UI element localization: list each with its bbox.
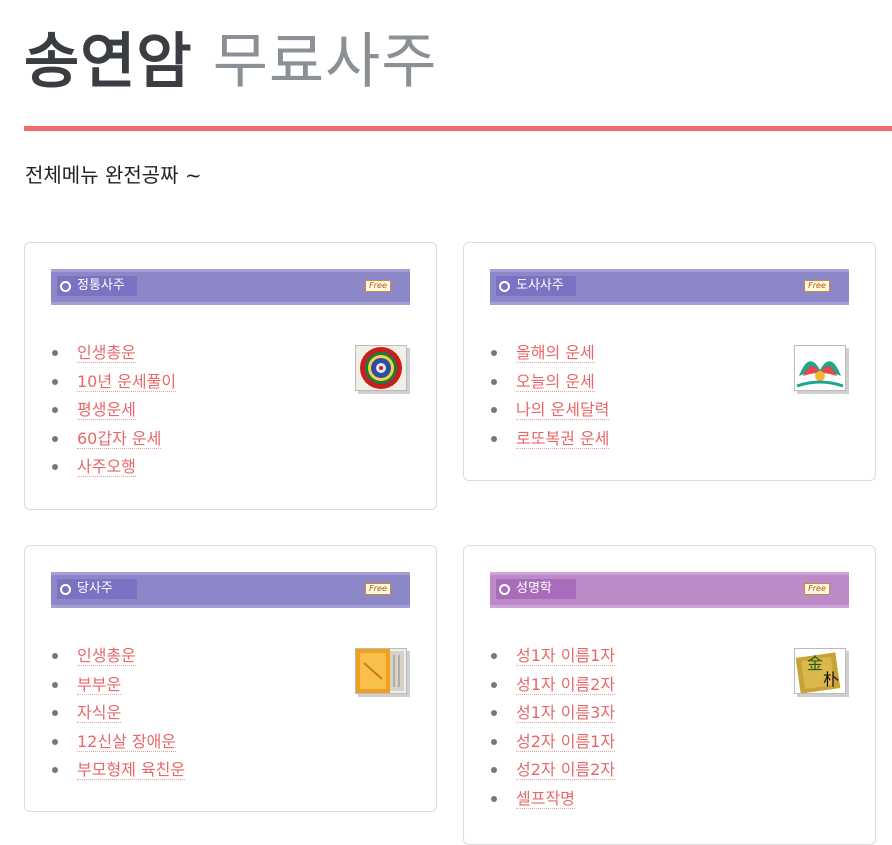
list-item: 성1자 이름3자: [491, 701, 616, 730]
menu-list: 성1자 이름1자 성1자 이름2자 성1자 이름3자 성2자 이름1자 성2자 …: [491, 644, 616, 816]
menu-link[interactable]: 오늘의 운세: [516, 371, 595, 392]
menu-list: 인생총운 부부운 자식운 12신살 장애운 부모형제 육친운: [52, 644, 186, 787]
menu-link[interactable]: 셀프작명: [516, 788, 575, 809]
card-header-label: 도사사주: [496, 276, 576, 296]
menu-link[interactable]: 성1자 이름3자: [516, 703, 616, 723]
scroll-book-icon: [355, 648, 407, 694]
menu-card-jeongtong-saju: 정통사주 Free 인생총운 10년 운세풀이 평생운세 60갑자 운세 사주오…: [24, 242, 437, 510]
list-item: 성2자 이름1자: [491, 730, 616, 759]
menu-link[interactable]: 평생운세: [77, 400, 136, 420]
page-subtitle: 전체메뉴 완전공짜 ~: [25, 163, 202, 187]
list-item: 셀프작명: [491, 787, 615, 816]
list-item: 10년 운세풀이: [52, 370, 177, 399]
site-title: 송연암 무료사주: [24, 22, 438, 102]
site-title-sub: 무료사주: [212, 27, 438, 97]
menu-link[interactable]: 부모형제 육친운: [77, 760, 186, 780]
list-item: 자식운: [52, 701, 185, 730]
menu-link[interactable]: 인생총운: [77, 646, 136, 666]
menu-card-seongmyeonghak: 성명학 Free 金 朴 성1자 이름1자 성1자 이름2자 성1자 이름3자 …: [463, 545, 876, 845]
menu-list: 올해의 운세 오늘의 운세 나의 운세달력 로또복권 운세: [491, 341, 610, 456]
list-item: 나의 운세달력: [491, 398, 610, 427]
menu-link[interactable]: 성1자 이름1자: [516, 646, 616, 666]
card-header: 성명학 Free: [490, 572, 849, 608]
free-badge: Free: [804, 280, 830, 292]
list-item: 올해의 운세: [491, 341, 609, 370]
list-item: 부부운: [52, 673, 185, 702]
menu-link[interactable]: 인생총운: [77, 343, 136, 363]
bullet-circle-icon: [60, 281, 71, 292]
list-item: 인생총운: [52, 644, 185, 673]
seal-char: 朴: [823, 670, 839, 689]
menu-link[interactable]: 나의 운세달력: [516, 400, 610, 420]
card-header-label: 당사주: [57, 579, 137, 599]
bullet-circle-icon: [499, 281, 510, 292]
free-badge: Free: [365, 280, 391, 292]
menu-link[interactable]: 올해의 운세: [516, 343, 595, 363]
menu-link[interactable]: 로또복권 운세: [516, 428, 610, 449]
menu-link[interactable]: 10년 운세풀이: [77, 371, 177, 392]
list-item: 성1자 이름2자: [491, 673, 616, 702]
lotus-pattern-icon: [794, 345, 846, 391]
list-item: 부모형제 육친운: [52, 758, 186, 787]
menu-link[interactable]: 사주오행: [77, 457, 136, 477]
menu-link[interactable]: 12신살 장애운: [77, 731, 177, 752]
menu-list: 인생총운 10년 운세풀이 평생운세 60갑자 운세 사주오행: [52, 341, 177, 484]
list-item: 평생운세: [52, 398, 176, 427]
bullet-circle-icon: [499, 584, 510, 595]
card-header: 당사주 Free: [51, 572, 410, 608]
list-item: 오늘의 운세: [491, 370, 609, 399]
menu-link[interactable]: 성2자 이름1자: [516, 731, 616, 752]
free-badge: Free: [804, 583, 830, 595]
mandala-icon: [355, 345, 407, 391]
list-item: 성2자 이름2자: [491, 758, 616, 787]
card-header: 도사사주 Free: [490, 269, 849, 305]
list-item: 12신살 장애운: [52, 730, 185, 759]
menu-link[interactable]: 자식운: [77, 703, 122, 723]
list-item: 성1자 이름1자: [491, 644, 616, 673]
menu-link[interactable]: 성2자 이름2자: [516, 760, 616, 780]
menu-link[interactable]: 성1자 이름2자: [516, 674, 616, 695]
card-header-label: 성명학: [496, 579, 576, 599]
bullet-circle-icon: [60, 584, 71, 595]
menu-link[interactable]: 60갑자 운세: [77, 428, 162, 449]
menu-card-dang-saju: 당사주 Free 인생총운 부부운 자식운 12신살 장애운 부모형제 육친운: [24, 545, 437, 812]
site-title-main: 송연암: [24, 27, 193, 97]
free-badge: Free: [365, 583, 391, 595]
list-item: 로또복권 운세: [491, 427, 610, 456]
menu-card-dosa-saju: 도사사주 Free 올해의 운세 오늘의 운세 나의 운세달력 로또복권 운세: [463, 242, 876, 481]
list-item: 사주오행: [52, 455, 176, 484]
card-header: 정통사주 Free: [51, 269, 410, 305]
card-header-label: 정통사주: [57, 276, 137, 296]
name-seal-icon: 金 朴: [794, 648, 846, 694]
title-divider: [24, 126, 892, 131]
menu-link[interactable]: 부부운: [77, 674, 122, 695]
list-item: 60갑자 운세: [52, 427, 176, 456]
list-item: 인생총운: [52, 341, 176, 370]
seal-char: 金: [807, 654, 823, 673]
